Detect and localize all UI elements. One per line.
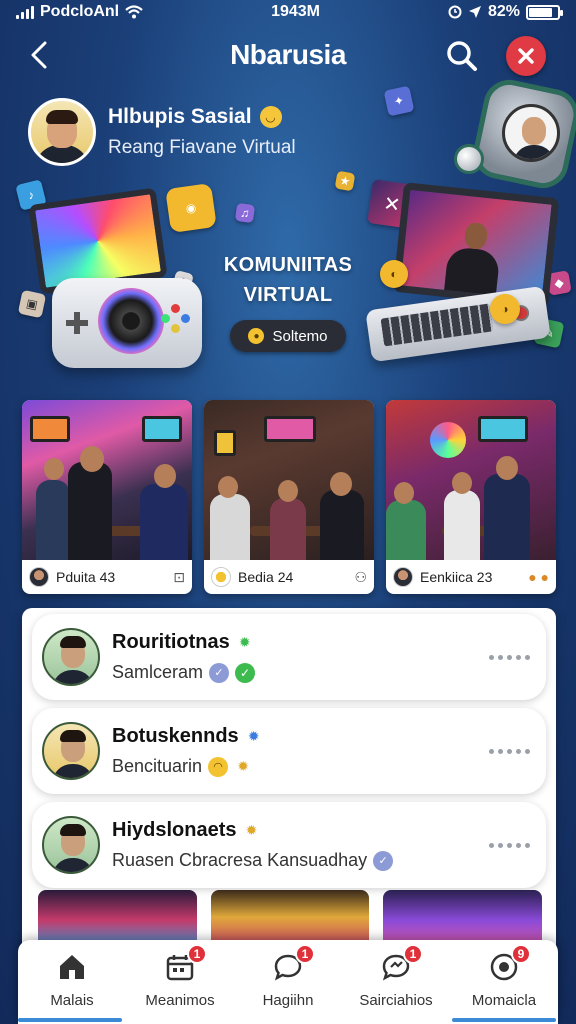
note-tile-icon: ♫	[234, 202, 256, 224]
feed-post[interactable]: Hiydslonaets ✹ Ruasen Cbracresa Kansuadh…	[32, 802, 546, 888]
search-button[interactable]	[444, 38, 480, 74]
profile-subtitle: Reang Fiavane Virtual	[108, 137, 296, 158]
post-author-avatar[interactable]	[42, 722, 100, 780]
nav-item-messages[interactable]: 1 Sairciahios	[342, 940, 450, 1024]
search-icon	[447, 41, 477, 71]
laptop-stream-illustration: ◐ ◑	[365, 182, 564, 370]
battery-fill	[529, 7, 552, 17]
post-author-avatar[interactable]	[42, 816, 100, 874]
room-thumbnail	[386, 400, 556, 560]
close-button[interactable]	[506, 36, 546, 76]
gear-badge-icon: ✹	[245, 822, 258, 838]
notification-badge: 1	[403, 944, 423, 964]
post-author-name: Botuskennds	[112, 725, 239, 747]
sun-emoji-icon: ✹	[237, 758, 249, 774]
nav-item-profile[interactable]: 9 Momaicla	[450, 940, 558, 1024]
feed-post[interactable]: Botuskennds ✹ Bencituarin ◠ ✹	[32, 708, 546, 794]
gear-badge-icon: ✹	[247, 728, 260, 744]
user-icon[interactable]: ⚇	[354, 569, 367, 586]
nav-item-events[interactable]: 1 Meanimos	[126, 940, 234, 1024]
nav-label: Hagiihn	[262, 992, 314, 1009]
location-icon	[468, 6, 481, 18]
post-subtitle: Ruasen Cbracresa Kansuadhay	[112, 850, 368, 870]
post-author-name: Rouritiotnas	[112, 631, 230, 653]
room-card-list: Pduita 43 ⊡ Bedia 24 ⚇ Eenkiica 23 ● ●	[22, 400, 556, 594]
alarm-icon	[448, 5, 462, 19]
hero-button-label: Soltemo	[272, 327, 328, 345]
nav-label: Meanimos	[145, 992, 215, 1009]
room-name: Bedia 24	[238, 569, 294, 585]
page-title: Nbarusia	[230, 39, 346, 70]
status-bar: PodcloAnl 1943M 82%	[0, 0, 576, 24]
post-author-name: Hiydslonaets	[112, 819, 237, 841]
notification-badge: 1	[187, 944, 207, 964]
close-icon	[518, 48, 534, 64]
more-options-icon[interactable]	[489, 842, 530, 848]
coin-icon: ●	[248, 328, 265, 344]
room-card[interactable]: Eenkiica 23 ● ●	[386, 400, 556, 594]
wifi-icon	[125, 5, 143, 19]
notification-badge: 1	[295, 944, 315, 964]
user-profile[interactable]: Hlbupis Sasial ◡ Reang Fiavane Virtual	[28, 98, 296, 166]
room-host-avatar	[211, 567, 231, 587]
signal-icon	[16, 5, 34, 19]
avatar[interactable]	[28, 98, 96, 166]
room-thumbnail	[204, 400, 374, 560]
sad-emoji-icon: ◠	[208, 756, 229, 777]
tab-indicator	[452, 1018, 556, 1022]
handheld-console-illustration	[28, 187, 204, 380]
status-time: 1943M	[271, 3, 320, 20]
bottom-navigation: Malais 1 Meanimos 1 Hagiihn 1 Sairciahio…	[18, 940, 558, 1024]
nav-item-home[interactable]: Malais	[18, 940, 126, 1024]
home-icon	[60, 955, 84, 979]
nav-label: Malais	[50, 992, 94, 1009]
verified-icon: ✓	[209, 662, 230, 683]
nav-label: Sairciahios	[359, 992, 433, 1009]
room-thumbnail	[22, 400, 192, 560]
chevron-left-icon	[31, 41, 47, 69]
more-options-icon[interactable]	[489, 748, 530, 754]
game-tile-icon: ✦	[383, 85, 415, 117]
robot-mascot-icon	[454, 72, 576, 196]
carrier-name: PodcloAnl	[40, 3, 120, 20]
notification-badge: 9	[511, 944, 531, 964]
notification-icon[interactable]: ⊡	[173, 569, 185, 586]
post-subtitle: Samlceram	[112, 662, 204, 682]
room-host-avatar	[29, 567, 49, 587]
feed-post[interactable]: Rouritiotnas ✹ Samlceram ✓ ✓	[32, 614, 546, 700]
hero-title: KOMUNIITAS VIRTUAL	[223, 254, 353, 306]
post-subtitle: Bencituarin	[112, 756, 203, 776]
more-options-icon[interactable]	[489, 654, 530, 660]
gear-badge-icon: ✹	[238, 634, 251, 650]
nav-label: Momaicla	[471, 992, 537, 1009]
check-green-icon: ✓	[235, 662, 256, 683]
post-author-avatar[interactable]	[42, 628, 100, 686]
active-tab-indicator	[18, 1018, 122, 1022]
battery-percent: 82%	[487, 3, 520, 20]
room-card[interactable]: Bedia 24 ⚇	[204, 400, 374, 594]
profile-name: Hlbupis Sasial	[108, 105, 252, 128]
room-card[interactable]: Pduita 43 ⊡	[22, 400, 192, 594]
star-tile-icon: ★	[334, 170, 356, 192]
cookie-emoji-icon: ● ●	[528, 569, 549, 585]
battery-icon	[526, 4, 563, 20]
room-name: Pduita 43	[56, 569, 116, 585]
room-host-avatar	[393, 567, 413, 587]
hero-action-button[interactable]: ● Soltemo	[230, 320, 346, 352]
back-button[interactable]	[22, 38, 56, 72]
room-name: Eenkiica 23	[420, 569, 493, 585]
nav-item-chat[interactable]: 1 Hagiihn	[234, 940, 342, 1024]
verified-icon: ✓	[373, 850, 394, 871]
smile-emoji-icon: ◡	[259, 106, 282, 128]
